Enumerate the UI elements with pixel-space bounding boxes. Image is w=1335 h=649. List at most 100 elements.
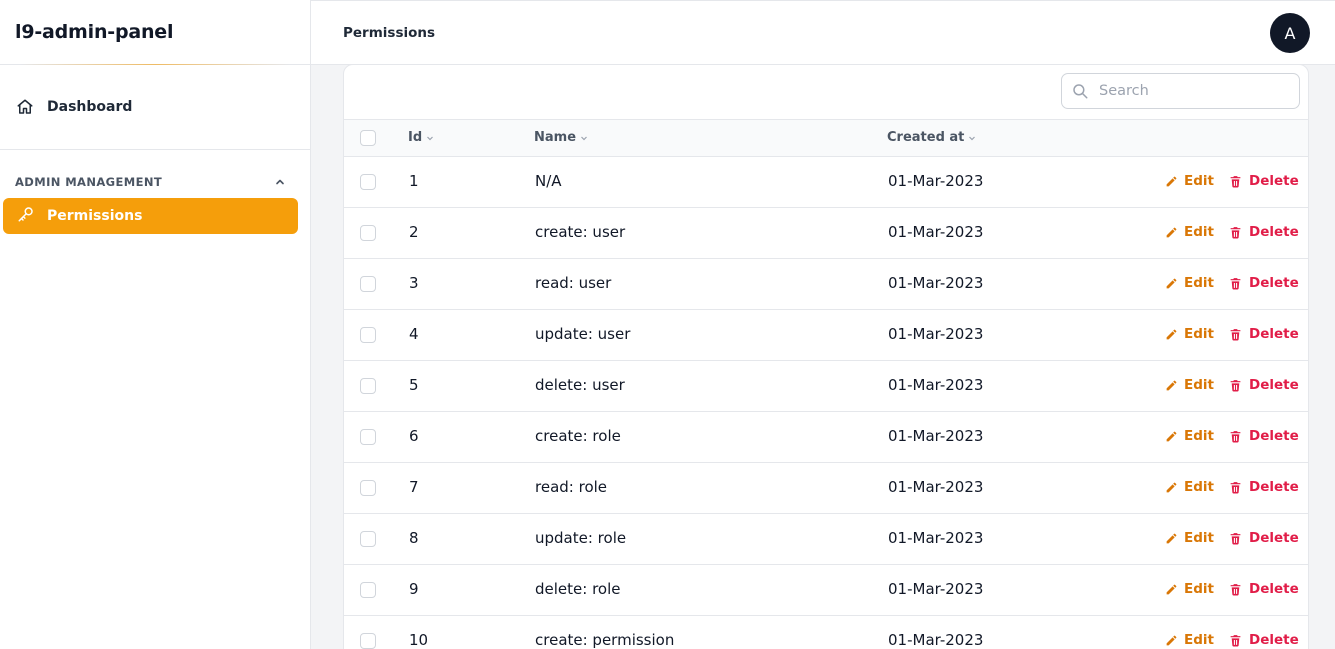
cell-name: N/A [535, 172, 562, 190]
edit-button[interactable]: Edit [1165, 632, 1214, 648]
sidebar-item-label: Permissions [47, 208, 143, 224]
cell-id: 3 [409, 274, 419, 292]
pencil-icon [1165, 583, 1178, 596]
table-body: 1 N/A 01-Mar-2023 Edit Delete 2 create: … [344, 157, 1308, 649]
row-checkbox[interactable] [360, 429, 376, 445]
sidebar-divider [0, 149, 310, 150]
cell-id: 8 [409, 529, 419, 547]
brand-name[interactable]: l9-admin-panel [15, 21, 174, 43]
edit-button[interactable]: Edit [1165, 428, 1214, 444]
edit-label: Edit [1184, 326, 1214, 342]
topbar: Permissions A [311, 1, 1335, 65]
cell-name: update: user [535, 325, 631, 343]
cell-created-at: 01-Mar-2023 [888, 325, 984, 343]
delete-label: Delete [1249, 428, 1299, 444]
table-row: 5 delete: user 01-Mar-2023 Edit Delete [344, 361, 1308, 412]
trash-icon [1229, 430, 1242, 443]
column-header-id[interactable]: Id [408, 130, 434, 145]
cell-name: update: role [535, 529, 627, 547]
row-checkbox[interactable] [360, 225, 376, 241]
delete-label: Delete [1249, 632, 1299, 648]
pencil-icon [1165, 175, 1178, 188]
cell-id: 5 [409, 376, 419, 394]
edit-button[interactable]: Edit [1165, 173, 1214, 189]
row-checkbox[interactable] [360, 633, 376, 649]
sidebar-item-permissions[interactable]: Permissions [3, 198, 298, 234]
brand-accent-line [20, 64, 290, 65]
delete-button[interactable]: Delete [1229, 479, 1299, 495]
sidebar-item-dashboard[interactable]: Dashboard [0, 89, 310, 125]
delete-button[interactable]: Delete [1229, 428, 1299, 444]
cell-id: 1 [409, 172, 419, 190]
edit-button[interactable]: Edit [1165, 479, 1214, 495]
trash-icon [1229, 634, 1242, 647]
edit-button[interactable]: Edit [1165, 530, 1214, 546]
key-icon [17, 205, 35, 227]
column-header-created-at[interactable]: Created at [887, 130, 976, 145]
cell-id: 6 [409, 427, 419, 445]
delete-button[interactable]: Delete [1229, 224, 1299, 240]
delete-button[interactable]: Delete [1229, 326, 1299, 342]
edit-label: Edit [1184, 173, 1214, 189]
delete-button[interactable]: Delete [1229, 173, 1299, 189]
search-box [1061, 73, 1300, 109]
table-row: 10 create: permission 01-Mar-2023 Edit D… [344, 616, 1308, 649]
pencil-icon [1165, 328, 1178, 341]
delete-button[interactable]: Delete [1229, 632, 1299, 648]
table-header: Id Name Created at [344, 119, 1308, 157]
permissions-table-panel: Id Name Created at 1 N/A 01-Mar-2023 [343, 64, 1309, 649]
search-input[interactable] [1099, 83, 1289, 99]
column-header-name[interactable]: Name [534, 130, 588, 145]
row-checkbox[interactable] [360, 480, 376, 496]
cell-created-at: 01-Mar-2023 [888, 172, 984, 190]
caret-down-icon [968, 134, 976, 142]
edit-button[interactable]: Edit [1165, 224, 1214, 240]
pencil-icon [1165, 379, 1178, 392]
row-checkbox[interactable] [360, 174, 376, 190]
delete-label: Delete [1249, 581, 1299, 597]
edit-button[interactable]: Edit [1165, 581, 1214, 597]
group-title: ADMIN MANAGEMENT [15, 175, 163, 189]
user-avatar[interactable]: A [1270, 13, 1310, 53]
row-checkbox[interactable] [360, 531, 376, 547]
cell-id: 9 [409, 580, 419, 598]
pencil-icon [1165, 430, 1178, 443]
trash-icon [1229, 532, 1242, 545]
cell-name: create: permission [535, 631, 675, 649]
row-checkbox[interactable] [360, 378, 376, 394]
admin-management-group-toggle[interactable]: ADMIN MANAGEMENT [0, 172, 310, 192]
delete-label: Delete [1249, 377, 1299, 393]
delete-button[interactable]: Delete [1229, 581, 1299, 597]
edit-label: Edit [1184, 377, 1214, 393]
trash-icon [1229, 328, 1242, 341]
pencil-icon [1165, 481, 1178, 494]
cell-created-at: 01-Mar-2023 [888, 478, 984, 496]
column-header-label: Name [534, 130, 577, 145]
select-all-checkbox[interactable] [360, 130, 376, 146]
row-checkbox[interactable] [360, 582, 376, 598]
edit-button[interactable]: Edit [1165, 326, 1214, 342]
pencil-icon [1165, 634, 1178, 647]
pencil-icon [1165, 532, 1178, 545]
pencil-icon [1165, 277, 1178, 290]
cell-name: create: role [535, 427, 621, 445]
delete-button[interactable]: Delete [1229, 530, 1299, 546]
row-checkbox[interactable] [360, 276, 376, 292]
edit-label: Edit [1184, 479, 1214, 495]
home-icon [16, 98, 34, 116]
sidebar: l9-admin-panel Dashboard ADMIN MANAGEMEN… [0, 0, 311, 649]
edit-button[interactable]: Edit [1165, 275, 1214, 291]
delete-label: Delete [1249, 479, 1299, 495]
table-row: 1 N/A 01-Mar-2023 Edit Delete [344, 157, 1308, 208]
cell-id: 2 [409, 223, 419, 241]
edit-label: Edit [1184, 275, 1214, 291]
delete-button[interactable]: Delete [1229, 275, 1299, 291]
edit-label: Edit [1184, 581, 1214, 597]
cell-name: read: user [535, 274, 612, 292]
table-row: 9 delete: role 01-Mar-2023 Edit Delete [344, 565, 1308, 616]
row-checkbox[interactable] [360, 327, 376, 343]
cell-created-at: 01-Mar-2023 [888, 427, 984, 445]
chevron-up-icon [274, 176, 286, 188]
edit-button[interactable]: Edit [1165, 377, 1214, 393]
delete-button[interactable]: Delete [1229, 377, 1299, 393]
